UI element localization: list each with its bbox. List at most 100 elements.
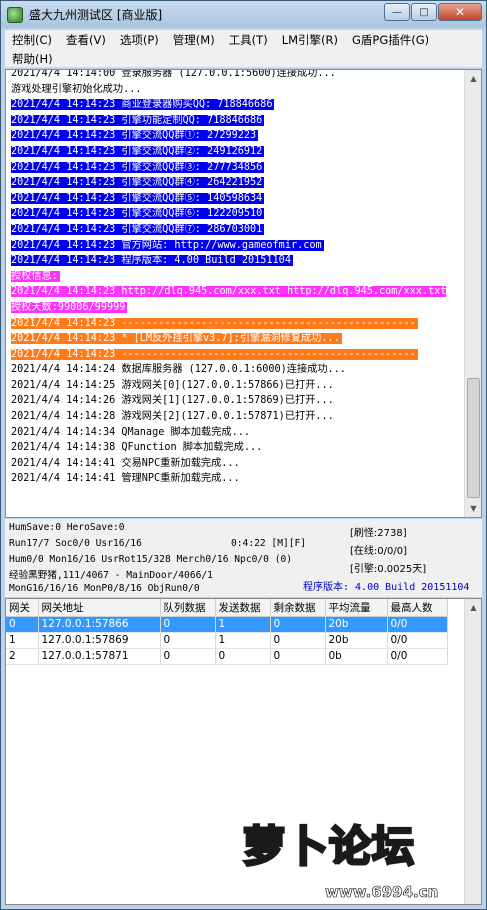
status-panel: HumSave:0 HeroSave:0 Run17/7 Soc0/0 Usr1… [5, 519, 482, 597]
menu-item[interactable]: G盾PG插件(G) [345, 32, 436, 48]
log-line: 授权信息: [11, 269, 459, 285]
column-header[interactable]: 网关地址 [38, 599, 161, 617]
log-panel: 2021/4/4 14:14:00 登录服务器 (127.0.0.1:5600)… [5, 69, 482, 518]
table-cell: 1 [215, 616, 271, 633]
table-body: 0 127.0.0.1:57866 0 1 0 20b 0/0 1 127.0.0.1:5786… [6, 616, 448, 665]
menu-item[interactable]: 管理(M) [166, 32, 222, 48]
table-cell: 0/0 [387, 632, 448, 649]
log-line: 2021/4/4 14:14:00 登录服务器 (127.0.0.1:5600)… [11, 70, 459, 82]
scroll-down-arrow-icon[interactable]: ▼ [465, 500, 481, 517]
log-line: 2021/4/4 14:14:23 http://dlq.945.com/xxx… [11, 284, 459, 315]
table-header: 网关 网关地址 队列数据 发送数据 剩余数据 平均流量 最高人数 [6, 599, 448, 617]
table-cell: 0 [270, 648, 326, 665]
table-cell: 0 [270, 616, 326, 633]
log-scrollbar[interactable]: ▲ ▼ [464, 70, 481, 517]
table-cell: 1 [6, 632, 39, 649]
status-time: 0:4:22 [M][F] [231, 538, 307, 549]
log-line: 2021/4/4 14:14:34 QManage 脚本加载完成... [11, 425, 459, 441]
log-line-text: 2021/4/4 14:14:23 引擎交流QQ群③: 277734856 [11, 161, 265, 173]
table-cell: 0/0 [387, 616, 448, 633]
minimize-button[interactable]: — [384, 3, 410, 21]
log-line: 2021/4/4 14:14:41 管理NPC重新加载完成... [11, 471, 459, 487]
log-line-text: 2021/4/4 14:14:38 QFunction 脚本加载完成... [11, 442, 263, 454]
window-title: 盛大九州测试区 [商业版] [29, 8, 163, 22]
table-cell: 20b [325, 632, 388, 649]
column-header[interactable]: 最高人数 [387, 599, 448, 617]
log-line: 2021/4/4 14:14:24 数据库服务器 (127.0.0.1:6000… [11, 362, 459, 378]
menu-item[interactable]: 帮助(H) [5, 51, 60, 67]
app-icon [7, 6, 23, 23]
menu-item[interactable]: 查看(V) [59, 32, 113, 48]
log-line: 2021/4/4 14:14:23 引擎交流QQ群⑤: 140598634 [11, 191, 459, 207]
menu-bar: 控制(C) 查看(V) 选项(P) 管理(M) 工具(T) LM引擎(R) G盾PG插件(G… [5, 30, 482, 68]
engine-days: [引擎:0.0025天] [350, 564, 427, 575]
column-header[interactable]: 平均流量 [325, 599, 388, 617]
table-cell: 0 [6, 616, 39, 633]
menu-row-1: 控制(C) 查看(V) 选项(P) 管理(M) 工具(T) LM引擎(R) G盾PG插件(G… [5, 30, 482, 49]
log-line-text: 2021/4/4 14:14:23 程序版本: 4.00 Build 20151… [11, 255, 293, 267]
menu-item[interactable]: 选项(P) [113, 32, 166, 48]
program-version: 程序版本: 4.00 Build 20151104 [303, 582, 470, 593]
scroll-up-arrow-icon[interactable]: ▲ [465, 70, 481, 87]
column-header[interactable]: 剩余数据 [270, 599, 326, 617]
log-line-text: 2021/4/4 14:14:23 引擎交流QQ群①: 27299223 [11, 130, 259, 142]
close-button[interactable]: ✕ [438, 3, 482, 21]
log-line-text: 2021/4/4 14:14:28 游戏网关[2](127.0.0.1:5787… [11, 411, 334, 423]
status-exp: 经验黑野猪,111/4067 - MainDoor/4066/1 [9, 570, 213, 581]
log-line: 2021/4/4 14:14:23 引擎交流QQ群⑦: 286703001 [11, 222, 459, 238]
table-cell: 0 [270, 632, 326, 649]
log-line: 2021/4/4 14:14:23 引擎交流QQ群⑥: 122209510 [11, 206, 459, 222]
log-line-text: 2021/4/4 14:14:26 游戏网关[1](127.0.0.1:5786… [11, 395, 334, 407]
log-line-text: 2021/4/4 14:14:23 ----------------------… [11, 317, 418, 329]
log-line: 2021/4/4 14:14:23 官方网站: http://www.gameo… [11, 238, 459, 254]
log-line: 2021/4/4 14:14:25 游戏网关[0](127.0.0.1:5786… [11, 378, 459, 394]
log-line-text: 2021/4/4 14:14:23 * [LM反外挂引擎v3.7]:引擎漏洞修复… [11, 333, 342, 345]
log-line: 2021/4/4 14:14:23 ----------------------… [11, 316, 459, 332]
log-line-text: 游戏处理引擎初始化成功... [11, 83, 142, 95]
log-line-text: 2021/4/4 14:14:23 官方网站: http://www.gameo… [11, 239, 324, 251]
table-row[interactable]: 0 127.0.0.1:57866 0 1 0 20b 0/0 [6, 616, 448, 633]
watermark-url: www.6994.cn [325, 883, 439, 902]
menu-item[interactable]: 工具(T) [222, 32, 275, 48]
log-line: 2021/4/4 14:14:23 引擎功能定制QQ: 718846686 [11, 113, 459, 129]
column-header[interactable]: 网关 [6, 599, 39, 617]
log-line: 2021/4/4 14:14:23 引擎交流QQ群③: 277734856 [11, 160, 459, 176]
log-line-text: 2021/4/4 14:14:23 引擎交流QQ群⑤: 140598634 [11, 192, 265, 204]
log-line: 2021/4/4 14:14:28 游戏网关[2](127.0.0.1:5787… [11, 409, 459, 425]
log-line-text: 2021/4/4 14:14:24 数据库服务器 (127.0.0.1:6000… [11, 364, 346, 376]
menu-item[interactable]: LM引擎(R) [275, 32, 345, 48]
log-line: 2021/4/4 14:14:26 游戏网关[1](127.0.0.1:5786… [11, 393, 459, 409]
log-line: 2021/4/4 14:14:38 QFunction 脚本加载完成... [11, 440, 459, 456]
log-line-text: 2021/4/4 14:14:23 引擎交流QQ群②: 249126912 [11, 145, 265, 157]
status-counts: Hum0/0 Mon16/16 UsrRot15/328 Merch0/16 N… [9, 554, 293, 565]
watermark-logo: 萝卜论坛 www.6994.cn [239, 813, 479, 907]
window-controls: — □ ✕ [383, 3, 482, 21]
log-line-text: 2021/4/4 14:14:23 http://dlq.945.com/xxx… [11, 286, 447, 313]
log-line: 游戏处理引擎初始化成功... [11, 82, 459, 98]
column-header[interactable]: 发送数据 [215, 599, 271, 617]
log-line-text: 2021/4/4 14:14:23 引擎功能定制QQ: 718846686 [11, 114, 265, 126]
main-window: 盛大九州测试区 [商业版] — □ ✕ 控制(C) 查看(V) 选项(P) 管理(M)… [0, 0, 487, 910]
log-line: 2021/4/4 14:14:23 引擎交流QQ群②: 249126912 [11, 144, 459, 160]
column-header[interactable]: 队列数据 [160, 599, 216, 617]
log-line-text: 授权信息: [11, 270, 60, 282]
table-cell: 1 [215, 632, 271, 649]
table-row[interactable]: 1 127.0.0.1:57869 0 1 0 20b 0/0 [6, 632, 448, 649]
log-lines: 2021/4/4 14:14:00 登录服务器 (127.0.0.1:5600)… [11, 70, 459, 487]
status-run: Run17/7 Soc0/0 Usr16/16 [9, 538, 142, 549]
table-cell: 0 [160, 648, 216, 665]
title-bar[interactable]: 盛大九州测试区 [商业版] — □ ✕ [1, 1, 486, 28]
table-cell: 20b [325, 616, 388, 633]
log-line-text: 2021/4/4 14:14:34 QManage 脚本加载完成... [11, 426, 250, 438]
table-row[interactable]: 2 127.0.0.1:57871 0 0 0 0b 0/0 [6, 648, 448, 665]
maximize-button[interactable]: □ [411, 3, 437, 21]
table-cell: 127.0.0.1:57866 [38, 616, 161, 633]
online-count: [在线:0/0/0] [350, 546, 407, 557]
status-save: HumSave:0 HeroSave:0 [9, 522, 125, 533]
log-line: 2021/4/4 14:14:41 交易NPC重新加载完成... [11, 456, 459, 472]
log-scroll-thumb[interactable] [467, 378, 480, 498]
table-scroll-up-icon[interactable]: ▲ [465, 599, 481, 616]
log-line-text: 2021/4/4 14:14:23 引擎交流QQ群⑦: 286703001 [11, 223, 265, 235]
table-cell: 0 [160, 616, 216, 633]
menu-item[interactable]: 控制(C) [5, 32, 59, 48]
